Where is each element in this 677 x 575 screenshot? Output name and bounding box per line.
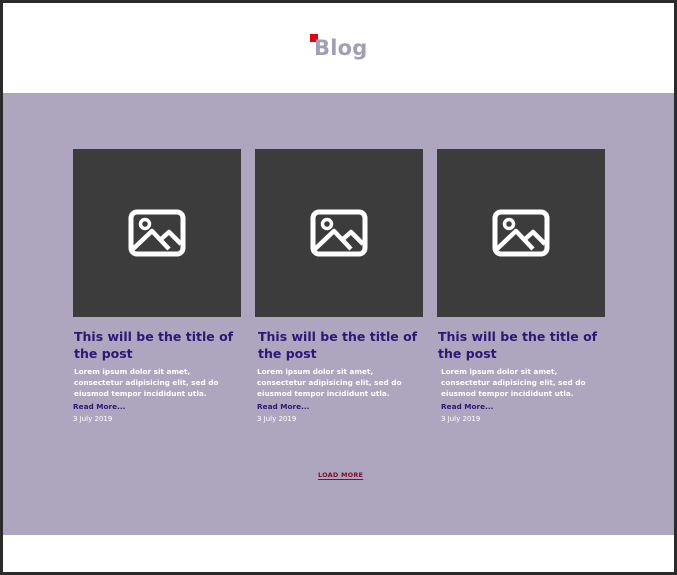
post-date: 3 July 2019 bbox=[441, 415, 481, 423]
load-more-button[interactable]: LOAD MORE bbox=[318, 471, 363, 479]
post-date: 3 July 2019 bbox=[73, 415, 113, 423]
post-image[interactable] bbox=[437, 149, 605, 317]
read-more-link[interactable]: Read More... bbox=[257, 401, 423, 412]
page-header: Blog bbox=[3, 3, 674, 93]
page-footer bbox=[3, 535, 674, 572]
page-frame: Blog This will be the title of the post … bbox=[3, 3, 674, 572]
image-placeholder-icon bbox=[492, 209, 550, 257]
image-placeholder-icon bbox=[310, 209, 368, 257]
post-card: This will be the title of the post Lorem… bbox=[255, 149, 423, 424]
post-title[interactable]: This will be the title of the post bbox=[258, 328, 423, 362]
read-more-link[interactable]: Read More... bbox=[73, 401, 241, 412]
post-image[interactable] bbox=[255, 149, 423, 317]
blog-section: This will be the title of the post Lorem… bbox=[3, 93, 674, 535]
post-excerpt: Lorem ipsum dolor sit amet, consectetur … bbox=[74, 367, 219, 398]
post-card: This will be the title of the post Lorem… bbox=[437, 149, 605, 424]
post-image[interactable] bbox=[73, 149, 241, 317]
image-placeholder-icon bbox=[128, 209, 186, 257]
post-title[interactable]: This will be the title of the post bbox=[438, 328, 605, 362]
post-title[interactable]: This will be the title of the post bbox=[74, 328, 241, 362]
read-more-link[interactable]: Read More... bbox=[441, 401, 605, 412]
post-excerpt: Lorem ipsum dolor sit amet, consectetur … bbox=[257, 367, 402, 398]
page-title: Blog bbox=[314, 36, 368, 60]
post-date: 3 July 2019 bbox=[257, 415, 297, 423]
post-excerpt: Lorem ipsum dolor sit amet, consectetur … bbox=[441, 367, 586, 398]
post-card: This will be the title of the post Lorem… bbox=[73, 149, 241, 424]
